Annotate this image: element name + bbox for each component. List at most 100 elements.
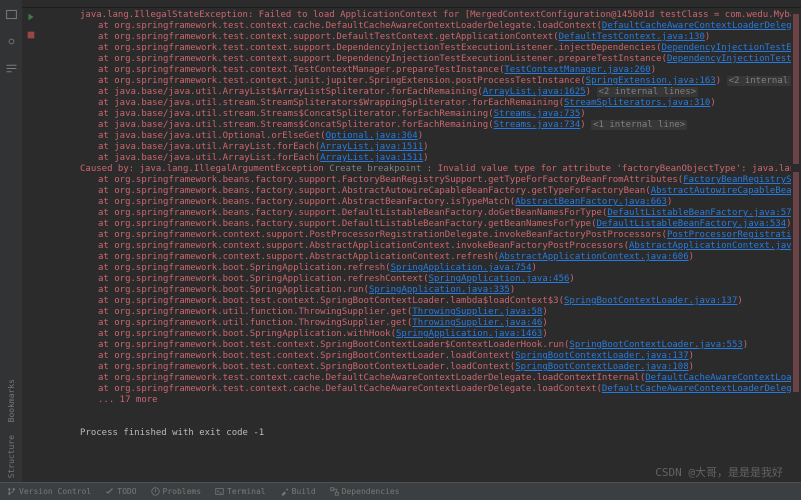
source-link[interactable]: SpringApplication.java:335 bbox=[369, 285, 510, 295]
source-link[interactable]: AbstractApplicationContext.java:788 bbox=[629, 241, 801, 251]
tool-tab-version-control[interactable]: Version Control bbox=[4, 487, 94, 496]
source-link[interactable]: SpringBootContextLoader.java:108 bbox=[515, 362, 688, 372]
source-link[interactable]: ThrowingSupplier.java:58 bbox=[412, 307, 542, 317]
source-link[interactable]: Streams.java:735 bbox=[494, 109, 581, 119]
tool-tab-problems[interactable]: Problems bbox=[148, 487, 205, 496]
tool-tab-dependencies[interactable]: Dependencies bbox=[327, 487, 403, 496]
stack-frame: at java.base/java.util.ArrayList$ArrayLi… bbox=[44, 87, 797, 98]
stack-frame: at org.springframework.test.context.cach… bbox=[44, 21, 797, 32]
exception-class[interactable]: IllegalArgumentException bbox=[194, 164, 324, 174]
dependencies-icon bbox=[330, 487, 339, 496]
source-link[interactable]: Streams.java:734 bbox=[494, 120, 581, 130]
source-link[interactable]: DefaultCacheAwareContextLoaderDelegate.j… bbox=[602, 384, 801, 394]
stack-frame: at org.springframework.test.context.juni… bbox=[44, 76, 797, 87]
source-link[interactable]: ArrayList.java:1511 bbox=[320, 142, 423, 152]
source-link[interactable]: FactoryBeanRegistrySupport.java:86 bbox=[683, 175, 801, 185]
commit-icon[interactable] bbox=[5, 35, 18, 48]
caused-by-line: Caused by: java.lang.IllegalArgumentExce… bbox=[44, 164, 797, 175]
source-link[interactable]: SpringBootContextLoader.java:553 bbox=[569, 340, 742, 350]
console-toolbar bbox=[22, 0, 801, 8]
source-link[interactable]: TestContextManager.java:260 bbox=[504, 65, 650, 75]
rerun-icon[interactable] bbox=[26, 12, 36, 22]
stack-frame: at org.springframework.context.support.A… bbox=[44, 241, 797, 252]
source-link[interactable]: ArrayList.java:1625 bbox=[483, 87, 586, 97]
more-frames: ... 17 more bbox=[44, 395, 797, 406]
stack-frame: at org.springframework.boot.SpringApplic… bbox=[44, 263, 797, 274]
stop-icon[interactable] bbox=[26, 30, 36, 40]
source-link[interactable]: SpringBootContextLoader.java:137 bbox=[515, 351, 688, 361]
stack-frame: at org.springframework.beans.factory.sup… bbox=[44, 219, 797, 230]
structure-icon[interactable] bbox=[5, 62, 18, 75]
source-link[interactable]: SpringExtension.java:163 bbox=[586, 76, 716, 86]
stack-frame: at org.springframework.context.support.P… bbox=[44, 230, 797, 241]
stack-frame: at java.base/java.util.ArrayList.forEach… bbox=[44, 153, 797, 164]
stack-frame: at org.springframework.boot.test.context… bbox=[44, 362, 797, 373]
tool-tab-todo[interactable]: TODO bbox=[102, 487, 139, 496]
source-link[interactable]: DefaultTestContext.java:130 bbox=[559, 32, 705, 42]
todo-icon bbox=[105, 487, 114, 496]
stack-frame: at org.springframework.test.context.supp… bbox=[44, 54, 797, 65]
stack-frame: at org.springframework.util.function.Thr… bbox=[44, 318, 797, 329]
stack-frame: at org.springframework.test.context.cach… bbox=[44, 384, 797, 395]
source-link[interactable]: DefaultListableBeanFactory.java:534 bbox=[597, 219, 787, 229]
stack-frame: at java.base/java.util.stream.Streams$Co… bbox=[44, 109, 797, 120]
problems-icon bbox=[151, 487, 160, 496]
source-link[interactable]: PostProcessorRegistrationDelegate.java:1… bbox=[667, 230, 801, 240]
source-link[interactable]: SpringApplication.java:456 bbox=[429, 274, 570, 284]
tool-tab-terminal[interactable]: Terminal bbox=[212, 487, 269, 496]
status-bar: Version Control TODO Problems Terminal B… bbox=[0, 482, 801, 500]
stack-frame: at java.base/java.util.stream.StreamSpli… bbox=[44, 98, 797, 109]
git-branch-icon bbox=[7, 487, 16, 496]
error-stripe bbox=[791, 8, 801, 482]
source-link[interactable]: DefaultCacheAwareContextLoaderDelegate.j… bbox=[645, 373, 801, 383]
stack-frame: at org.springframework.test.context.cach… bbox=[44, 373, 797, 384]
folded-frames[interactable]: <2 internal lines> bbox=[727, 76, 801, 86]
error-marker[interactable] bbox=[793, 14, 799, 164]
console-output[interactable]: java.lang.IllegalStateException: Failed … bbox=[40, 8, 801, 482]
source-link[interactable]: AbstractApplicationContext.java:606 bbox=[499, 252, 689, 262]
source-link[interactable]: SpringBootContextLoader.java:137 bbox=[564, 296, 737, 306]
folded-frames[interactable]: <1 internal line> bbox=[591, 120, 687, 130]
source-link[interactable]: ArrayList.java:1511 bbox=[320, 153, 423, 163]
stack-frame: at java.base/java.util.stream.Streams$Co… bbox=[44, 120, 797, 131]
source-link[interactable]: SpringApplication.java:754 bbox=[391, 263, 532, 273]
run-sidebar bbox=[22, 8, 40, 482]
stack-frame: at java.base/java.util.ArrayList.forEach… bbox=[44, 142, 797, 153]
source-link[interactable]: DependencyInjectionTestExecutionListener… bbox=[667, 54, 801, 64]
stack-frame: at org.springframework.test.context.Test… bbox=[44, 65, 797, 76]
source-link[interactable]: DependencyInjectionTestExecutionListener… bbox=[662, 43, 801, 53]
stack-frame: at java.base/java.util.Optional.orElseGe… bbox=[44, 131, 797, 142]
side-tab-structure[interactable]: Structure bbox=[5, 431, 18, 482]
source-link[interactable]: AbstractBeanFactory.java:663 bbox=[515, 197, 667, 207]
stack-frame: at org.springframework.test.context.supp… bbox=[44, 43, 797, 54]
source-link[interactable]: ThrowingSupplier.java:46 bbox=[412, 318, 542, 328]
stack-frame: at org.springframework.beans.factory.sup… bbox=[44, 186, 797, 197]
tool-window-stripe-left: Structure Bookmarks bbox=[0, 0, 22, 500]
source-link[interactable]: DefaultCacheAwareContextLoaderDelegate.j… bbox=[602, 21, 801, 31]
source-link[interactable]: Optional.java:364 bbox=[326, 131, 418, 141]
stack-frame: at org.springframework.boot.SpringApplic… bbox=[44, 329, 797, 340]
stack-frame: at org.springframework.beans.factory.sup… bbox=[44, 208, 797, 219]
folded-frames[interactable]: <2 internal lines> bbox=[597, 87, 699, 97]
create-breakpoint-hint[interactable]: Create breakpoint bbox=[329, 164, 421, 174]
source-link[interactable]: StreamSpliterators.java:310 bbox=[564, 98, 710, 108]
stack-header: java.lang.IllegalStateException: Failed … bbox=[44, 10, 797, 21]
stack-frame: at org.springframework.util.function.Thr… bbox=[44, 307, 797, 318]
side-tab-bookmarks[interactable]: Bookmarks bbox=[5, 375, 18, 426]
source-link[interactable]: SpringApplication.java:1463 bbox=[396, 329, 542, 339]
project-icon[interactable] bbox=[5, 8, 18, 21]
build-icon bbox=[280, 487, 289, 496]
run-console: java.lang.IllegalStateException: Failed … bbox=[22, 0, 801, 500]
exit-code: Process finished with exit code -1 bbox=[44, 428, 797, 439]
source-link[interactable]: DefaultListableBeanFactory.java:575 bbox=[607, 208, 797, 218]
stack-frame: at org.springframework.boot.test.context… bbox=[44, 296, 797, 307]
stack-frame: at org.springframework.beans.factory.sup… bbox=[44, 197, 797, 208]
tool-tab-build[interactable]: Build bbox=[277, 487, 319, 496]
stack-frame: at org.springframework.boot.SpringApplic… bbox=[44, 274, 797, 285]
error-marker[interactable] bbox=[793, 172, 799, 392]
source-link[interactable]: AbstractAutowireCapableBeanFactory.java:… bbox=[651, 186, 801, 196]
stack-frame: at org.springframework.boot.SpringApplic… bbox=[44, 285, 797, 296]
stack-frame: at org.springframework.boot.test.context… bbox=[44, 340, 797, 351]
stack-frame: at org.springframework.context.support.A… bbox=[44, 252, 797, 263]
terminal-icon bbox=[215, 487, 224, 496]
